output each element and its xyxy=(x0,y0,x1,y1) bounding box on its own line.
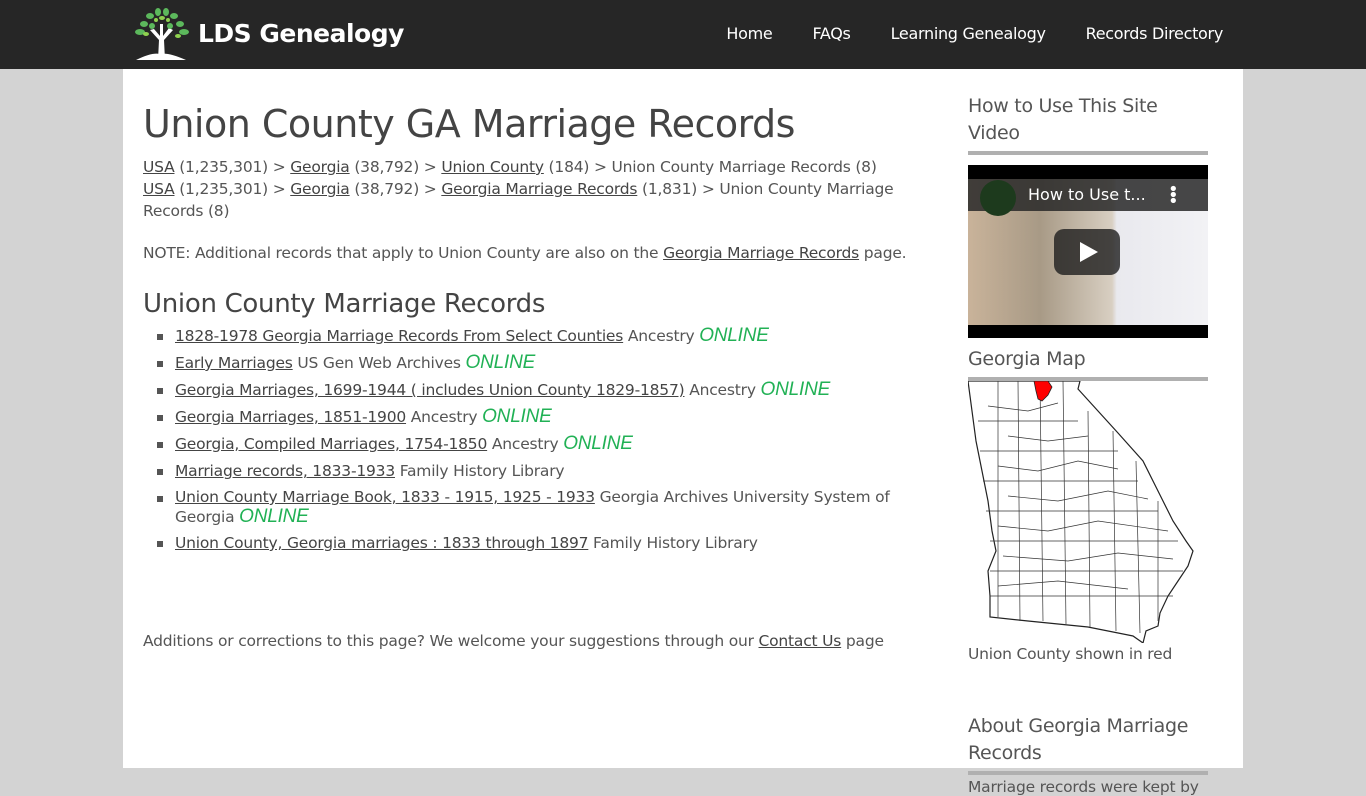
more-options-icon[interactable]: • • • xyxy=(1168,181,1179,211)
note-text: NOTE: Additional records that apply to U… xyxy=(143,244,938,262)
map-heading: Georgia Map xyxy=(968,346,1208,381)
online-badge: ONLINE xyxy=(699,325,769,346)
video-heading: How to Use This Site Video xyxy=(968,93,1208,155)
record-source: Ancestry xyxy=(406,408,483,426)
corrections-note: Additions or corrections to this page? W… xyxy=(143,632,884,650)
breadcrumb: USA (1,235,301) > Georgia (38,792) > Geo… xyxy=(143,178,938,222)
record-source: Ancestry xyxy=(487,435,564,453)
page-title: Union County GA Marriage Records xyxy=(143,102,795,146)
about-section: About Georgia Marriage Records Marriage … xyxy=(968,713,1208,796)
note-suffix: page. xyxy=(859,244,907,262)
online-badge: ONLINE xyxy=(482,406,552,427)
breadcrumb-count: (1,831) > xyxy=(637,180,720,198)
record-source: Ancestry xyxy=(623,327,700,345)
breadcrumb-link-union-county[interactable]: Union County xyxy=(441,158,544,176)
about-heading: About Georgia Marriage Records xyxy=(968,713,1208,775)
page-content: Union County GA Marriage Records USA (1,… xyxy=(123,69,1243,796)
breadcrumbs: USA (1,235,301) > Georgia (38,792) > Uni… xyxy=(143,156,938,222)
records-list: 1828-1978 Georgia Marriage Records From … xyxy=(143,325,938,554)
about-text: Marriage records were kept by xyxy=(968,778,1199,796)
section-title: Union County Marriage Records xyxy=(143,289,546,319)
online-badge: ONLINE xyxy=(563,433,633,454)
contact-us-link[interactable]: Contact Us xyxy=(759,632,842,650)
nav-learning-genealogy[interactable]: Learning Genealogy xyxy=(891,24,1046,43)
note-prefix: NOTE: Additional records that apply to U… xyxy=(143,244,664,262)
main-nav: Home FAQs Learning Genealogy Records Dir… xyxy=(686,24,1223,43)
record-source: US Gen Web Archives xyxy=(292,354,466,372)
list-item: Union County, Georgia marriages : 1833 t… xyxy=(157,532,938,554)
how-to-video-player[interactable]: How to Use t... • • • xyxy=(968,165,1208,338)
breadcrumb-count: (1,235,301) > xyxy=(174,180,291,198)
list-item: 1828-1978 Georgia Marriage Records From … xyxy=(157,325,938,347)
corrections-prefix: Additions or corrections to this page? W… xyxy=(143,632,759,650)
online-badge: ONLINE xyxy=(465,352,536,373)
online-badge: ONLINE xyxy=(760,379,831,400)
record-link[interactable]: Georgia Marriages, 1699-1944 ( includes … xyxy=(175,381,685,399)
list-item: Union County Marriage Book, 1833 - 1915,… xyxy=(157,487,938,527)
georgia-map xyxy=(967,380,1208,644)
breadcrumb-current: Union County Marriage Records (8) xyxy=(611,158,877,176)
nav-faqs[interactable]: FAQs xyxy=(812,24,850,43)
record-link[interactable]: Georgia Marriages, 1851-1900 xyxy=(175,408,406,426)
record-link[interactable]: Marriage records, 1833-1933 xyxy=(175,462,395,480)
main-column: Union County GA Marriage Records USA (1,… xyxy=(143,69,938,650)
record-link[interactable]: Early Marriages xyxy=(175,354,293,372)
breadcrumb-count: (1,235,301) > xyxy=(174,158,291,176)
sidebar: How to Use This Site Video How to Use t.… xyxy=(967,69,1208,796)
record-link[interactable]: Georgia, Compiled Marriages, 1754-1850 xyxy=(175,435,487,453)
breadcrumb-link-usa[interactable]: USA xyxy=(143,158,175,176)
record-source: Ancestry xyxy=(684,381,761,399)
list-item: Marriage records, 1833-1933 Family Histo… xyxy=(157,460,938,482)
breadcrumb-link-georgia-marriage-records[interactable]: Georgia Marriage Records xyxy=(441,180,637,198)
site-name: LDS Genealogy xyxy=(198,18,404,48)
list-item: Georgia Marriages, 1699-1944 ( includes … xyxy=(157,379,938,401)
play-button-icon[interactable] xyxy=(1054,229,1120,275)
site-logo[interactable]: LDS Genealogy xyxy=(132,6,404,60)
tree-logo-icon xyxy=(135,8,189,60)
list-item: Early Marriages US Gen Web Archives ONLI… xyxy=(157,352,938,374)
breadcrumb-link-georgia[interactable]: Georgia xyxy=(290,180,350,198)
list-item: Georgia Marriages, 1851-1900 Ancestry ON… xyxy=(157,406,938,428)
georgia-marriage-records-link[interactable]: Georgia Marriage Records xyxy=(663,244,859,262)
record-source: Family History Library xyxy=(394,462,565,480)
breadcrumb-count: (38,792) > xyxy=(349,158,442,176)
map-caption: Union County shown in red xyxy=(968,645,1173,663)
breadcrumb-link-usa[interactable]: USA xyxy=(143,180,175,198)
top-navigation-bar: LDS Genealogy Home FAQs Learning Genealo… xyxy=(0,0,1366,69)
record-link[interactable]: 1828-1978 Georgia Marriage Records From … xyxy=(175,327,623,345)
record-link[interactable]: Union County Marriage Book, 1833 - 1915,… xyxy=(175,488,595,506)
nav-home[interactable]: Home xyxy=(726,24,772,43)
georgia-map-svg xyxy=(967,380,1194,644)
list-item: Georgia, Compiled Marriages, 1754-1850 A… xyxy=(157,433,938,455)
breadcrumb-count: (184) > xyxy=(543,158,612,176)
breadcrumb-count: (38,792) > xyxy=(349,180,442,198)
record-source: Family History Library xyxy=(588,534,758,552)
online-badge: ONLINE xyxy=(239,506,309,527)
record-link[interactable]: Union County, Georgia marriages : 1833 t… xyxy=(175,534,589,552)
breadcrumb-link-georgia[interactable]: Georgia xyxy=(290,158,350,176)
channel-logo-icon xyxy=(980,180,1016,216)
corrections-suffix: page xyxy=(841,632,884,650)
breadcrumb: USA (1,235,301) > Georgia (38,792) > Uni… xyxy=(143,156,938,178)
video-title: How to Use t... xyxy=(1028,185,1146,204)
nav-records-directory[interactable]: Records Directory xyxy=(1086,24,1224,43)
